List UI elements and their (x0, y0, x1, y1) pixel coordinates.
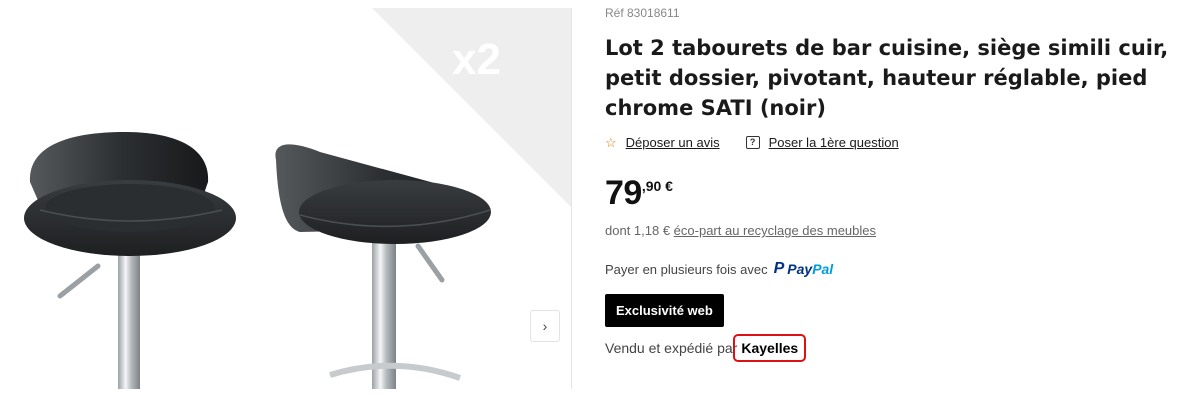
eco-prefix: dont 1,18 € (605, 223, 674, 238)
product-reference: Réf 83018611 (605, 6, 680, 20)
eco-participation-link[interactable]: éco-part au recyclage des meubles (674, 223, 876, 238)
question-icon: ? (745, 135, 760, 149)
chevron-right-icon: › (542, 318, 548, 334)
paypal-icon: P (773, 260, 785, 277)
product-title: Lot 2 tabourets de bar cuisine, siège si… (605, 36, 1169, 120)
ask-question-link[interactable]: ? Poser la 1ère question (745, 135, 899, 150)
price-decimal: ,90 € (641, 178, 673, 194)
price-integer: 79 (605, 174, 642, 212)
seller-prefix: Vendu et expédié par (605, 340, 738, 356)
product-gallery: x2 › (0, 0, 572, 389)
seller-info: Vendu et expédié par Kayelles (605, 333, 1195, 363)
write-review-link[interactable]: ☆ Déposer un avis (605, 135, 720, 150)
next-image-button[interactable]: › (530, 310, 560, 342)
review-links: ☆ Déposer un avis ? Poser la 1ère questi… (605, 133, 1195, 151)
star-icon: ☆ (605, 134, 617, 150)
product-info: Réf 83018611 Lot 2 tabourets de bar cuis… (605, 0, 1195, 363)
product-price: 79 ,90 € (605, 175, 1195, 211)
gallery-divider (571, 8, 572, 389)
web-exclusive-badge: Exclusivité web (605, 294, 724, 327)
paypal-logo: P Pay Pal (773, 260, 834, 277)
write-review-label[interactable]: Déposer un avis (626, 135, 720, 150)
product-image[interactable]: x2 (0, 0, 572, 389)
eco-participation: dont 1,18 € éco-part au recyclage des me… (605, 223, 1195, 239)
seller-name-link[interactable]: Kayelles (733, 334, 807, 362)
quantity-badge-text: x2 (452, 35, 501, 84)
ask-question-label[interactable]: Poser la 1ère question (769, 135, 899, 150)
installment-text: Payer en plusieurs fois avec (605, 261, 768, 277)
installment-payment: Payer en plusieurs fois avec P Pay Pal (605, 260, 1195, 278)
